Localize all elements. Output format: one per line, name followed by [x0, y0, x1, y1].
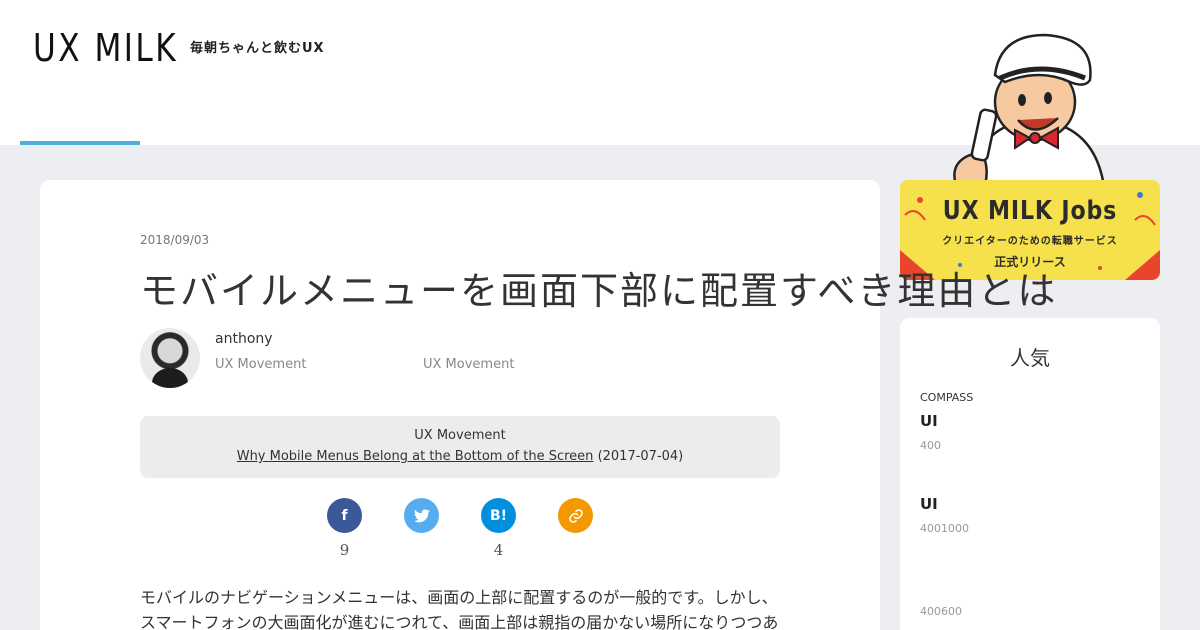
popular-item-meta: 400600: [920, 605, 962, 618]
facebook-share-button[interactable]: f: [327, 498, 362, 533]
jobs-banner-title: UX MILK Jobs: [942, 196, 1118, 226]
hatena-bookmark-button[interactable]: B!: [481, 498, 516, 533]
popular-item-title[interactable]: UI: [920, 495, 938, 513]
source-link[interactable]: Why Mobile Menus Belong at the Bottom of…: [237, 449, 594, 464]
site-logo[interactable]: UX MILK: [33, 26, 178, 70]
article-body: モバイルのナビゲーションメニューは、画面の上部に配置するのが一般的です。しかし、…: [140, 588, 779, 630]
author-source-1: UX Movement: [215, 357, 307, 372]
jobs-banner-subtitle: クリエイターのための転職サービス: [942, 236, 1118, 247]
facebook-share-count: 9: [339, 541, 350, 559]
article-card: 2018/09/03 モバイルメニューを画面下部に配置すべき理由とは antho…: [40, 180, 1055, 630]
hatena-share-count: 4: [493, 541, 504, 559]
source-box: UX Movement Why Mobile Menus Belong at t…: [140, 416, 780, 478]
source-date: (2017-07-04): [597, 449, 684, 464]
author-name[interactable]: anthony: [215, 331, 273, 347]
article-date: 2018/09/03: [140, 233, 210, 247]
facebook-icon: f: [341, 507, 348, 524]
twitter-share-button[interactable]: [404, 498, 439, 533]
popular-panel: 人気 COMPASS UI 400 UI 4001000 400600: [900, 318, 1160, 630]
twitter-icon: [413, 508, 430, 522]
popular-item-meta: 400: [920, 439, 941, 452]
copy-link-button[interactable]: [558, 498, 593, 533]
author-avatar[interactable]: [140, 328, 200, 388]
author-source-2: UX Movement: [423, 357, 515, 372]
popular-item-title[interactable]: UI: [920, 412, 938, 430]
mascot-illustration: [953, 33, 1107, 195]
popular-category[interactable]: COMPASS: [920, 391, 973, 404]
article-title: モバイルメニューを画面下部に配置すべき理由とは: [140, 269, 1058, 313]
link-icon: [568, 508, 583, 523]
popular-title: 人気: [1010, 346, 1050, 370]
nav-active-indicator: [20, 141, 140, 145]
source-label: UX Movement: [414, 428, 506, 443]
site-tagline: 毎朝ちゃんと飲むUX: [190, 41, 325, 56]
popular-item-meta: 4001000: [920, 522, 969, 535]
source-line: Why Mobile Menus Belong at the Bottom of…: [140, 449, 780, 464]
hatena-icon: B!: [489, 507, 508, 524]
